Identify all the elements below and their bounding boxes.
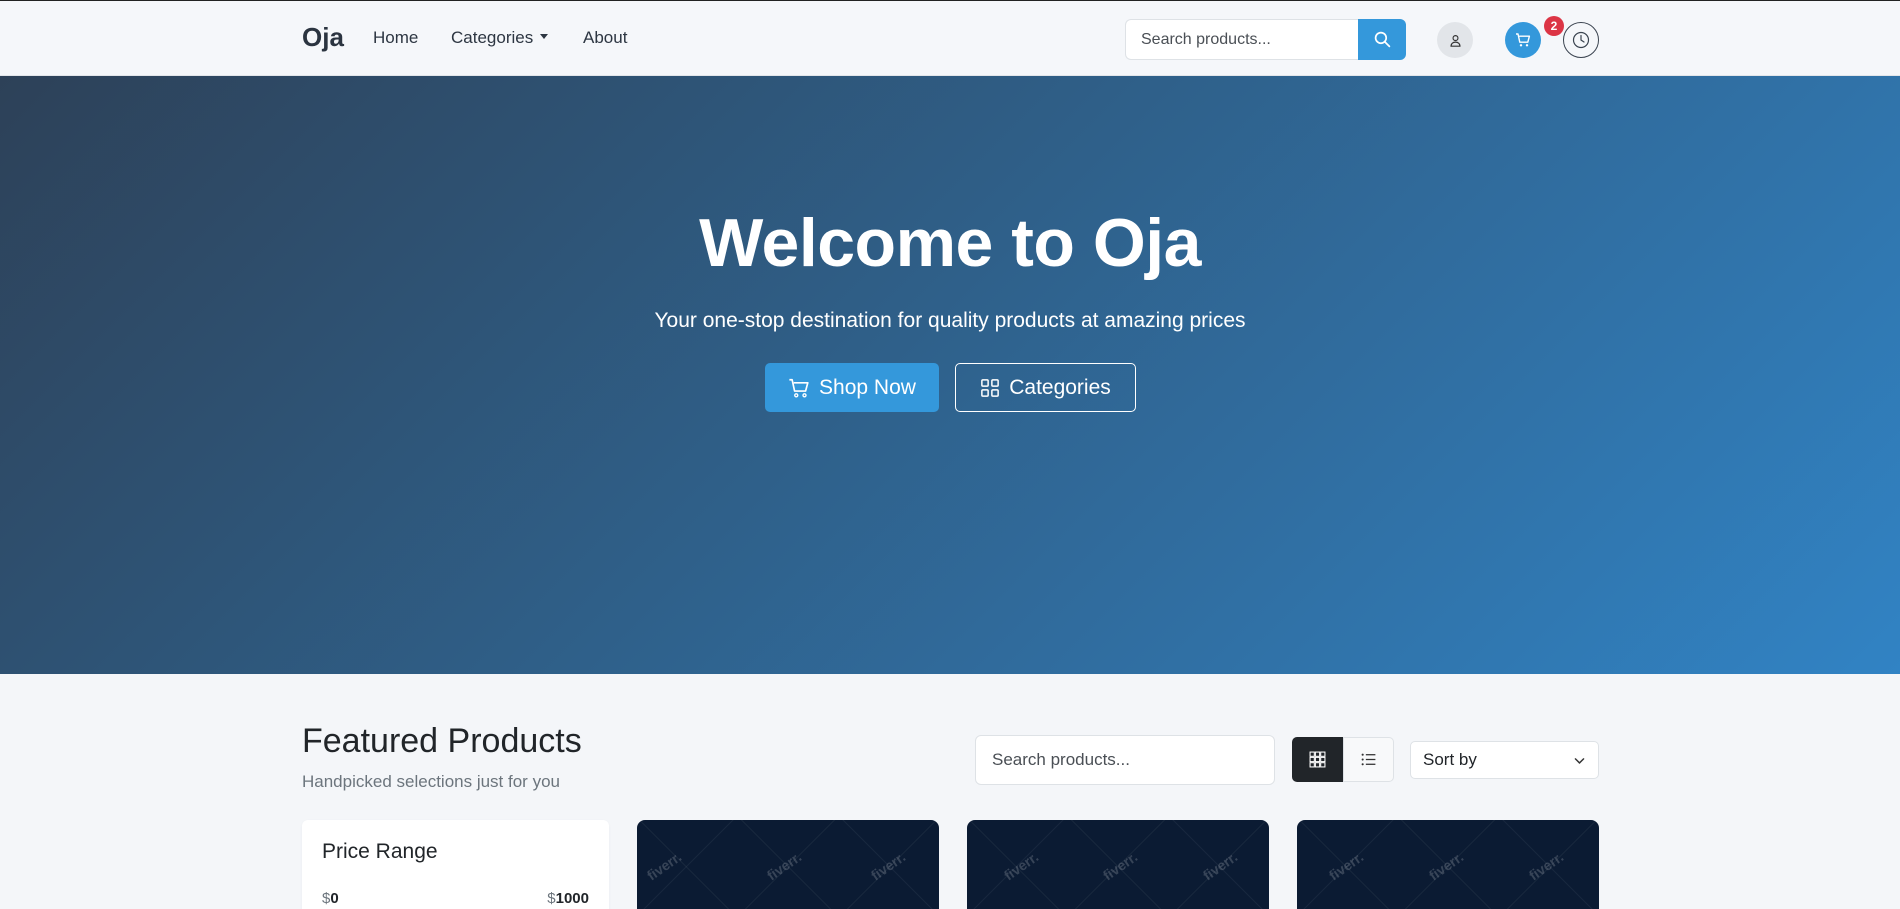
nav-about-link[interactable]: About [583, 28, 627, 48]
product-card-image[interactable]: fiverr. fiverr. fiverr. [637, 820, 939, 909]
nav-categories-dropdown[interactable]: Categories [451, 28, 549, 48]
cart-count-badge: 2 [1544, 16, 1564, 36]
sort-label: Sort by [1423, 750, 1477, 769]
list-view-button[interactable] [1343, 737, 1394, 782]
watermark-text: fiverr. [1525, 848, 1567, 884]
hero-subtitle: Your one-stop destination for quality pr… [654, 309, 1246, 332]
sort-select[interactable]: Sort by [1410, 741, 1599, 779]
history-button[interactable] [1563, 22, 1599, 58]
cart-icon [789, 378, 809, 397]
nav-search-form [1125, 19, 1406, 60]
price-filter-card: Price Range $0 $1000 [302, 820, 609, 909]
person-icon [1449, 34, 1461, 47]
price-max-label: $1000 [547, 890, 589, 907]
clock-icon [1572, 31, 1590, 49]
nav-home-link[interactable]: Home [373, 28, 418, 48]
watermark-text: fiverr. [763, 848, 805, 884]
featured-title: Featured Products [302, 722, 582, 760]
featured-subtitle: Handpicked selections just for you [302, 772, 560, 791]
watermark-text: fiverr. [1099, 848, 1141, 884]
product-card-image[interactable]: fiverr. fiverr. fiverr. [1297, 820, 1599, 909]
shop-now-button[interactable]: Shop Now [765, 363, 939, 412]
grid-3x3-icon [1309, 751, 1326, 768]
search-icon [1374, 31, 1390, 48]
product-search-input[interactable] [975, 735, 1275, 785]
list-icon [1361, 753, 1376, 766]
watermark-text: fiverr. [1000, 848, 1042, 884]
user-account-button[interactable] [1437, 22, 1473, 58]
caret-down-icon [540, 34, 549, 40]
watermark-text: fiverr. [867, 848, 909, 884]
currency-symbol: $ [547, 890, 556, 907]
cart-button[interactable] [1505, 22, 1541, 58]
price-min-value: 0 [330, 890, 339, 907]
cart-icon [1516, 33, 1531, 47]
brand-logo[interactable]: Oja [302, 22, 344, 53]
grid-view-button[interactable] [1292, 737, 1343, 782]
product-card-image[interactable]: fiverr. fiverr. fiverr. [967, 820, 1269, 909]
categories-button[interactable]: Categories [955, 363, 1136, 412]
shop-now-label: Shop Now [819, 375, 916, 399]
price-max-value: 1000 [555, 890, 589, 907]
price-range-title: Price Range [322, 840, 438, 863]
watermark-text: fiverr. [1199, 848, 1241, 884]
grid-icon [981, 378, 1000, 397]
categories-label: Categories [1009, 375, 1111, 399]
nav-categories-label: Categories [451, 28, 534, 47]
nav-search-button[interactable] [1358, 19, 1406, 60]
watermark-text: fiverr. [1325, 848, 1367, 884]
watermark-text: fiverr. [643, 848, 685, 884]
chevron-down-icon [1574, 757, 1585, 764]
watermark-text: fiverr. [1425, 848, 1467, 884]
navbar: Oja Home Categories About 2 [0, 0, 1900, 76]
nav-search-input[interactable] [1125, 19, 1358, 60]
hero-title: Welcome to Oja [699, 205, 1201, 281]
price-min-label: $0 [322, 890, 339, 907]
hero-banner: Welcome to Oja Your one-stop destination… [0, 76, 1900, 674]
